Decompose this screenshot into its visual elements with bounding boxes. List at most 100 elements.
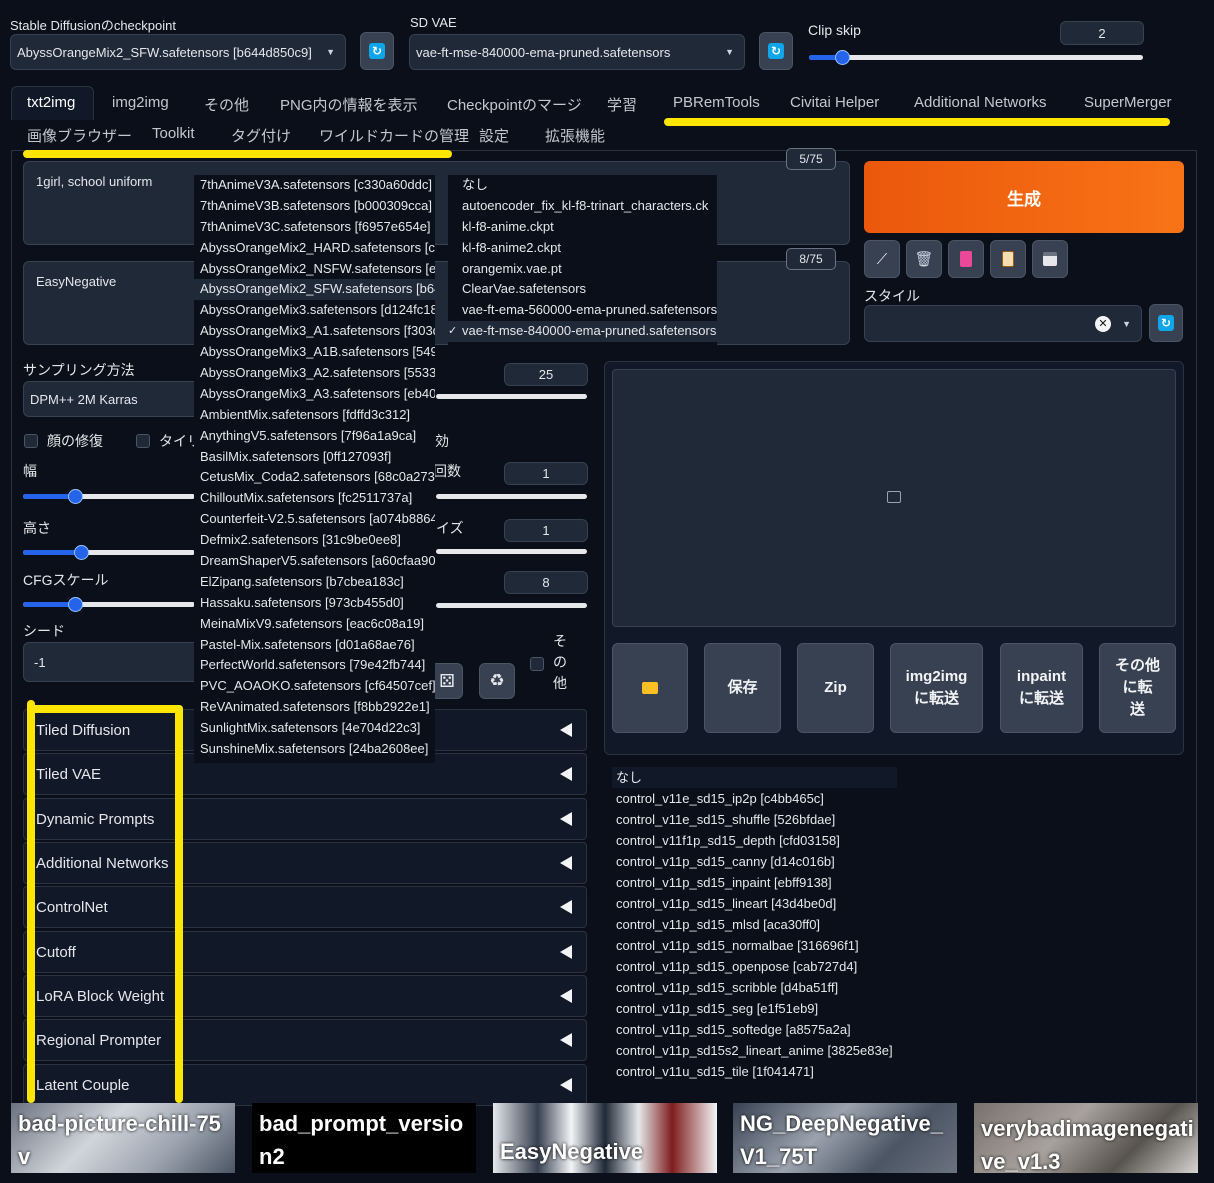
- send-to-inpaint-button[interactable]: inpaint に転送: [1000, 643, 1083, 733]
- list-item[interactable]: control_v11p_sd15_openpose [cab727d4]: [612, 956, 897, 977]
- list-item[interactable]: control_v11p_sd15_canny [d14c016b]: [612, 851, 897, 872]
- list-item[interactable]: AbyssOrangeMix3_A1B.safetensors [5493: [194, 342, 435, 363]
- list-item-selected[interactable]: ✓ vae-ft-mse-840000-ema-pruned.safetenso…: [448, 321, 717, 343]
- tab-additional-networks[interactable]: Additional Networks: [914, 94, 1047, 111]
- send-to-img2img-button[interactable]: img2img に転送: [890, 643, 983, 733]
- tab-png-info[interactable]: PNG内の情報を表示: [280, 94, 418, 115]
- list-item[interactable]: Hassaku.safetensors [973cb455d0]: [194, 593, 435, 614]
- list-item[interactable]: PVC_AOAOKO.safetensors [cf64507cef]: [194, 676, 435, 697]
- list-item[interactable]: PerfectWorld.safetensors [79e42fb744]: [194, 655, 435, 676]
- list-item[interactable]: Pastel-Mix.safetensors [d01a68ae76]: [194, 635, 435, 656]
- list-item[interactable]: AbyssOrangeMix3.safetensors [d124fc18: [194, 300, 435, 321]
- tab-extras[interactable]: その他: [204, 94, 249, 115]
- tab-civitai-helper[interactable]: Civitai Helper: [790, 94, 879, 111]
- list-item[interactable]: control_v11p_sd15_lineart [43d4be0d]: [612, 893, 897, 914]
- list-item[interactable]: Defmix2.safetensors [31c9be0ee8]: [194, 530, 435, 551]
- list-item[interactable]: AbyssOrangeMix3_A1.safetensors [f303d: [194, 321, 435, 342]
- negative-prompt-textarea[interactable]: EasyNegative: [23, 261, 850, 345]
- list-item[interactable]: CetusMix_Coda2.safetensors [68c0a2738: [194, 467, 435, 488]
- list-item[interactable]: vae-ft-ema-560000-ema-pruned.safetensors: [448, 300, 717, 321]
- sampling-steps-slider[interactable]: [436, 394, 587, 399]
- cfg-slider-right[interactable]: [436, 603, 587, 608]
- list-item[interactable]: SunshineMix.safetensors [24ba2608ee]: [194, 739, 435, 760]
- list-item[interactable]: control_v11p_sd15_seg [e1f51eb9]: [612, 998, 897, 1019]
- accordion-lora-block-weight[interactable]: LoRA Block Weight: [23, 975, 587, 1017]
- list-item[interactable]: なし: [612, 767, 897, 788]
- embedding-card[interactable]: NG_DeepNegative_V1_75T: [733, 1103, 957, 1173]
- list-item[interactable]: control_v11e_sd15_shuffle [526bfdae]: [612, 809, 897, 830]
- list-item[interactable]: control_v11p_sd15s2_lineart_anime [3825e…: [612, 1040, 897, 1061]
- embedding-card[interactable]: EasyNegative: [493, 1103, 717, 1173]
- list-item[interactable]: kl-f8-anime2.ckpt: [448, 238, 717, 259]
- list-item[interactable]: DreamShaperV5.safetensors [a60cfaa90c: [194, 551, 435, 572]
- list-item[interactable]: 7thAnimeV3C.safetensors [f6957e654e]: [194, 217, 435, 238]
- seed-input[interactable]: -1: [23, 642, 203, 682]
- face-restore-checkbox[interactable]: [24, 434, 38, 448]
- height-slider[interactable]: [23, 545, 195, 560]
- clip-skip-slider[interactable]: [809, 50, 1143, 65]
- list-item[interactable]: kl-f8-anime.ckpt: [448, 217, 717, 238]
- style-select[interactable]: ✕ ▼: [864, 305, 1142, 342]
- tiling-checkbox[interactable]: [136, 434, 150, 448]
- accordion-cutoff[interactable]: Cutoff: [23, 931, 587, 973]
- positive-prompt-textarea[interactable]: 1girl, school uniform: [23, 161, 850, 245]
- style-refresh-button[interactable]: ↻: [1149, 304, 1183, 342]
- accordion-additional-networks[interactable]: Additional Networks: [23, 842, 587, 884]
- tab-img2img[interactable]: img2img: [112, 94, 169, 111]
- accordion-latent-couple[interactable]: Latent Couple: [23, 1064, 587, 1106]
- list-item[interactable]: 7thAnimeV3A.safetensors [c330a60ddc]: [194, 175, 435, 196]
- width-thumb[interactable]: [67, 489, 83, 504]
- accordion-regional-prompter[interactable]: Regional Prompter: [23, 1019, 587, 1061]
- tab-extensions[interactable]: 拡張機能: [545, 125, 605, 146]
- tab-image-browser[interactable]: 画像ブラウザー: [27, 125, 132, 146]
- save-button[interactable]: 保存: [704, 643, 781, 733]
- tab-train[interactable]: 学習: [607, 94, 637, 115]
- list-item[interactable]: MeinaMixV9.safetensors [eac6c08a19]: [194, 614, 435, 635]
- tab-supermerger[interactable]: SuperMerger: [1084, 94, 1172, 111]
- list-item[interactable]: ChilloutMix.safetensors [fc2511737a]: [194, 488, 435, 509]
- apply-style-button[interactable]: [990, 240, 1026, 278]
- list-item[interactable]: autoencoder_fix_kl-f8-trinart_characters…: [448, 196, 717, 217]
- list-item[interactable]: AnythingV5.safetensors [7f96a1a9ca]: [194, 426, 435, 447]
- list-item[interactable]: control_v11p_sd15_normalbae [316696f1]: [612, 935, 897, 956]
- embedding-card[interactable]: bad-picture-chill-75v: [11, 1103, 235, 1173]
- tab-txt2img[interactable]: txt2img: [27, 94, 75, 111]
- list-item[interactable]: なし: [448, 175, 717, 196]
- list-item[interactable]: SunlightMix.safetensors [4e704d22c3]: [194, 718, 435, 739]
- sampling-method-select[interactable]: DPM++ 2M Karras: [23, 381, 203, 417]
- list-item[interactable]: 7thAnimeV3B.safetensors [b000309cca]: [194, 196, 435, 217]
- list-item[interactable]: orangemix.vae.pt: [448, 259, 717, 280]
- zip-button[interactable]: Zip: [797, 643, 874, 733]
- list-item[interactable]: AbyssOrangeMix2_NSFW.safetensors [e8: [194, 259, 435, 280]
- paste-params-button[interactable]: ⟋: [864, 240, 900, 278]
- batch-count-slider[interactable]: [436, 494, 587, 499]
- list-item[interactable]: ReVAnimated.safetensors [f8bb2922e1]: [194, 697, 435, 718]
- cfg-input[interactable]: 8: [504, 571, 588, 594]
- random-seed-button[interactable]: ⚄: [431, 663, 463, 699]
- list-item[interactable]: Counterfeit-V2.5.safetensors [a074b8864: [194, 509, 435, 530]
- accordion-dynamic-prompts[interactable]: Dynamic Prompts: [23, 798, 587, 840]
- list-item[interactable]: control_v11u_sd15_tile [1f041471]: [612, 1061, 897, 1082]
- send-to-extras-button[interactable]: その他 に転 送: [1099, 643, 1176, 733]
- clip-skip-thumb[interactable]: [835, 50, 851, 65]
- list-item[interactable]: AbyssOrangeMix2_HARD.safetensors [ca: [194, 238, 435, 259]
- list-item[interactable]: control_v11f1p_sd15_depth [cfd03158]: [612, 830, 897, 851]
- list-item[interactable]: AbyssOrangeMix3_A2.safetensors [55339: [194, 363, 435, 384]
- list-item[interactable]: AmbientMix.safetensors [fdffd3c312]: [194, 405, 435, 426]
- sampling-steps-input[interactable]: 25: [504, 363, 588, 386]
- list-item[interactable]: BasilMix.safetensors [0ff127093f]: [194, 447, 435, 468]
- list-item[interactable]: control_v11p_sd15_mlsd [aca30ff0]: [612, 914, 897, 935]
- tab-pbremtools[interactable]: PBRemTools: [673, 94, 760, 111]
- batch-size-slider[interactable]: [436, 549, 587, 554]
- vae-select[interactable]: vae-ft-mse-840000-ema-pruned.safetensors…: [409, 34, 745, 70]
- tab-tagger[interactable]: タグ付け: [231, 125, 291, 146]
- clear-prompt-button[interactable]: 🗑: [906, 240, 942, 278]
- list-item[interactable]: control_v11p_sd15_inpaint [ebff9138]: [612, 872, 897, 893]
- clear-icon[interactable]: ✕: [1095, 316, 1111, 332]
- clip-skip-input[interactable]: 2: [1060, 21, 1144, 45]
- list-item[interactable]: AbyssOrangeMix3_A3.safetensors [eb405: [194, 384, 435, 405]
- list-item[interactable]: control_v11p_sd15_scribble [d4ba51ff]: [612, 977, 897, 998]
- embedding-card[interactable]: bad_prompt_version2: [252, 1103, 476, 1173]
- reuse-seed-button[interactable]: ♻: [479, 663, 515, 699]
- output-image-area[interactable]: [612, 369, 1176, 627]
